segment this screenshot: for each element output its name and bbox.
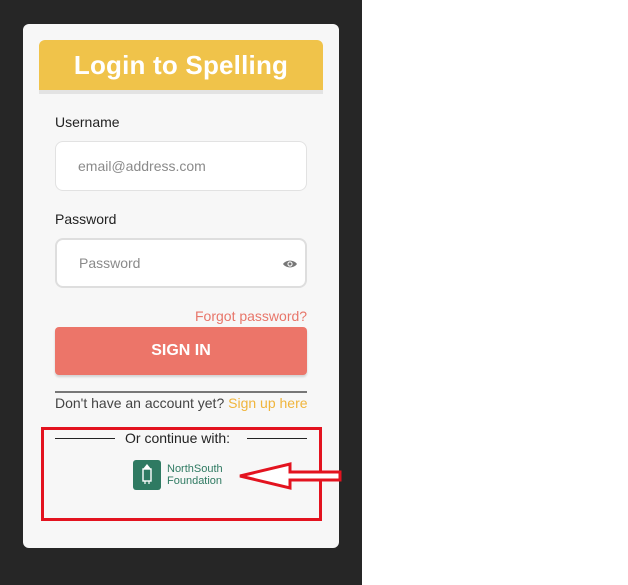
username-label: Username xyxy=(55,114,120,130)
title-bar: Login to Spelling xyxy=(39,40,323,94)
divider-rule xyxy=(55,391,307,393)
sign-up-link[interactable]: Sign up here xyxy=(228,395,307,411)
no-account-text: Don't have an account yet? xyxy=(55,395,225,411)
signup-prompt: Don't have an account yet? Sign up here xyxy=(55,395,308,411)
annotation-arrow-icon xyxy=(239,462,342,490)
forgot-password-link[interactable]: Forgot password? xyxy=(195,308,307,324)
page-title: Login to Spelling xyxy=(73,49,289,80)
username-input[interactable] xyxy=(55,141,307,191)
sign-in-button[interactable]: SIGN IN xyxy=(55,327,307,375)
eye-icon[interactable] xyxy=(282,256,298,272)
password-label: Password xyxy=(55,211,117,227)
password-input[interactable] xyxy=(55,238,307,288)
